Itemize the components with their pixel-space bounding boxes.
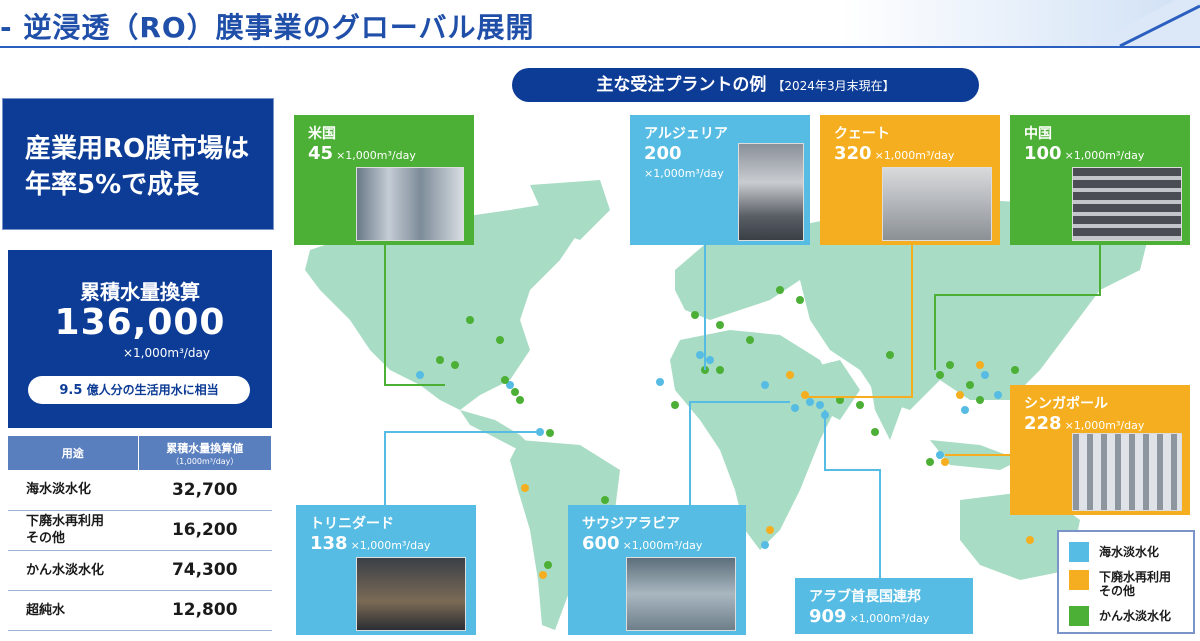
- plant-unit: ×1,000m³/day: [644, 167, 724, 180]
- plant-name: サウジアラビア: [582, 516, 680, 532]
- plant-name: クェート: [834, 126, 890, 142]
- plant-photo: [356, 167, 464, 241]
- plant-capacity: 228 ×1,000m³/day: [1024, 413, 1145, 434]
- row-value: 32,700: [138, 470, 272, 511]
- plant-capacity: 100 ×1,000m³/day: [1024, 143, 1145, 164]
- plant-name: 米国: [308, 126, 336, 142]
- plant-photo: [738, 143, 804, 241]
- plant-name: 中国: [1024, 126, 1052, 142]
- usage-table: 用途 累積水量換算値 （1,000m³/day） 海水淡水化 32,700 下廃水…: [8, 436, 272, 631]
- population-text: 億人分の生活用水に相当: [82, 383, 219, 397]
- legend-swatch: [1069, 570, 1089, 590]
- plant-capacity: 320 ×1,000m³/day: [834, 143, 955, 164]
- legend-swatch: [1069, 542, 1089, 562]
- table-header-usage: 用途: [8, 436, 139, 470]
- legend-item-seawater: 海水淡水化: [1069, 542, 1159, 562]
- growth-line-1: 産業用RO膜市場は: [25, 134, 250, 164]
- plant-card-usa: 米国 45 ×1,000m³/day: [294, 115, 474, 245]
- market-growth-box: 産業用RO膜市場は 年率5%で成長: [2, 98, 274, 230]
- plant-card-kuwait: クェート 320 ×1,000m³/day: [820, 115, 1000, 245]
- plant-card-uae: アラブ首長国連邦 909 ×1,000m³/day: [795, 578, 973, 634]
- plant-photo: [1072, 433, 1182, 511]
- plant-capacity: 200: [644, 143, 682, 164]
- plant-name: アルジェリア: [644, 126, 728, 142]
- row-value: 16,200: [138, 510, 272, 551]
- plant-photo: [882, 167, 992, 241]
- plant-capacity: 600 ×1,000m³/day: [582, 533, 703, 554]
- plant-photo: [626, 557, 736, 631]
- population-number: 9.5: [59, 383, 83, 398]
- table-row: 下廃水再利用 その他 16,200: [8, 510, 272, 551]
- row-value: 12,800: [138, 590, 272, 631]
- row-value: 74,300: [138, 550, 272, 591]
- plant-capacity: 45 ×1,000m³/day: [308, 143, 416, 164]
- row-label: 下廃水再利用 その他: [8, 510, 138, 551]
- plant-name: アラブ首長国連邦: [809, 589, 921, 605]
- cumulative-volume-box: 累積水量換算 136,000 ×1,000m³/day 9.5 億人分の生活用水…: [8, 250, 272, 428]
- plant-photo: [356, 557, 466, 631]
- row-label: 海水淡水化: [8, 470, 138, 511]
- plant-capacity: 138 ×1,000m³/day: [310, 533, 431, 554]
- page-title: - 逆浸透（RO）膜事業のグローバル展開: [0, 11, 535, 44]
- row-label: 超純水: [8, 590, 138, 631]
- map-title: 主な受注プラントの例 【2024年3月末現在】: [512, 68, 979, 102]
- plant-card-china: 中国 100 ×1,000m³/day: [1010, 115, 1190, 245]
- plant-name: シンガポール: [1024, 396, 1108, 412]
- cumulative-title: 累積水量換算: [80, 280, 200, 304]
- legend-item-reuse: 下廃水再利用 その他: [1069, 570, 1171, 600]
- plant-photo: [1072, 167, 1182, 241]
- table-header-volume: 累積水量換算値 （1,000m³/day）: [138, 436, 272, 470]
- header-divider: [0, 46, 1200, 48]
- table-row: 海水淡水化 32,700: [8, 470, 272, 511]
- plant-capacity: 909 ×1,000m³/day: [809, 606, 930, 627]
- legend-item-brackish: かん水淡水化: [1069, 606, 1171, 626]
- legend: 海水淡水化 下廃水再利用 その他 かん水淡水化: [1057, 530, 1195, 634]
- plant-card-saudi-arabia: サウジアラビア 600 ×1,000m³/day: [568, 505, 746, 635]
- table-row: 超純水 12,800: [8, 590, 272, 631]
- header: - 逆浸透（RO）膜事業のグローバル展開: [0, 0, 1200, 48]
- cumulative-unit: ×1,000m³/day: [122, 346, 210, 360]
- plant-name: トリニダード: [310, 516, 394, 532]
- population-equivalent-pill: 9.5 億人分の生活用水に相当: [28, 376, 250, 404]
- map-date: 【2024年3月末現在】: [772, 79, 895, 93]
- plant-card-trinidad: トリニダード 138 ×1,000m³/day: [296, 505, 476, 635]
- plant-card-algeria: アルジェリア 200 ×1,000m³/day: [630, 115, 810, 245]
- row-label: かん水淡水化: [8, 550, 138, 591]
- growth-line-2: 年率5%で成長: [25, 170, 200, 200]
- plant-card-singapore: シンガポール 228 ×1,000m³/day: [1010, 385, 1190, 515]
- cumulative-value: 136,000: [54, 302, 226, 343]
- table-row: かん水淡水化 74,300: [8, 550, 272, 591]
- legend-swatch: [1069, 606, 1089, 626]
